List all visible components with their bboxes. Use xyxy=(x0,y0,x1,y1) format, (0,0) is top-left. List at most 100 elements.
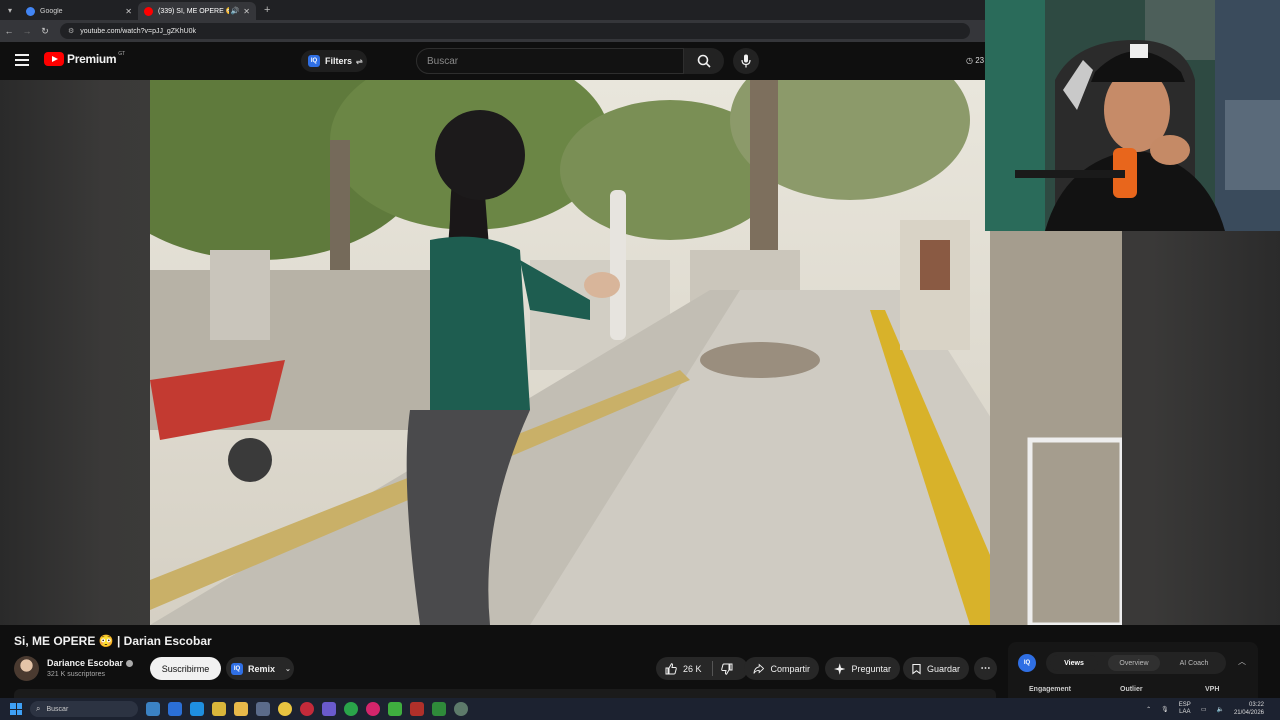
iq-analytics-panel: IQ Views Overview AI Coach ︿ Engagement … xyxy=(1008,642,1258,698)
volume-icon[interactable]: 🔈 xyxy=(1216,706,1223,713)
share-icon xyxy=(753,663,765,674)
sliders-icon: ⇌ xyxy=(356,56,363,66)
tab-overview[interactable]: Overview xyxy=(1108,655,1160,671)
column-engagement: Engagement xyxy=(1029,686,1072,693)
share-button[interactable]: Compartir xyxy=(744,657,819,680)
channel-name[interactable]: Dariance Escobar xyxy=(47,658,123,668)
store-icon[interactable] xyxy=(168,702,182,716)
settings-icon[interactable] xyxy=(454,702,468,716)
reload-icon[interactable]: ↻ xyxy=(36,26,54,37)
bookmark-icon xyxy=(912,663,921,675)
tab-title: (339) SI, ME OPERE 😳 | Da... xyxy=(158,8,229,15)
youtube-favicon-icon xyxy=(144,6,153,16)
share-label: Compartir xyxy=(770,663,810,674)
like-dislike-group: 26 K xyxy=(656,657,748,680)
task-view-icon[interactable] xyxy=(146,702,160,716)
close-tab-icon[interactable]: ✕ xyxy=(243,7,250,16)
notes-icon[interactable] xyxy=(212,702,226,716)
more-actions-icon[interactable]: ⋯ xyxy=(974,657,997,680)
site-info-icon[interactable]: ⚙ xyxy=(68,27,74,35)
search-input[interactable]: Buscar xyxy=(416,48,684,74)
channel-name-row[interactable]: Dariance Escobar xyxy=(47,658,134,668)
tab-youtube[interactable]: (339) SI, ME OPERE 😳 | Da... 🔊 ✕ xyxy=(138,2,256,20)
verified-badge-icon xyxy=(126,659,134,667)
thumbs-up-icon[interactable] xyxy=(665,662,677,675)
network-icon[interactable]: ▭ xyxy=(1201,706,1207,713)
country-code: GT xyxy=(118,51,126,57)
tab-title: Google xyxy=(40,7,63,15)
sparkle-icon xyxy=(834,662,846,675)
edge-icon[interactable] xyxy=(190,702,204,716)
chevron-up-icon[interactable]: ⌃ xyxy=(1146,706,1151,713)
speaker-icon[interactable]: 🔊 xyxy=(231,7,240,15)
save-label: Guardar xyxy=(926,663,960,674)
like-count[interactable]: 26 K xyxy=(683,664,702,674)
subscriber-count: 321 K suscriptores xyxy=(47,671,105,678)
game-launcher-icon[interactable] xyxy=(388,702,402,716)
iq-badge-icon: IQ xyxy=(231,662,243,675)
iq-badge-icon: IQ xyxy=(308,55,320,67)
system-tray: ⌃ 🎙 ESP LAA ▭ 🔈 03:22 21/04/2026 xyxy=(1146,698,1280,720)
search-placeholder: Buscar xyxy=(427,55,459,67)
clock[interactable]: 03:22 21/04/2026 xyxy=(1234,701,1264,717)
microphone-icon[interactable]: 🎙 xyxy=(1161,706,1169,713)
ask-button[interactable]: Preguntar xyxy=(825,657,900,680)
filters-button[interactable]: IQ Filters ⇌ xyxy=(301,50,367,72)
app-icon[interactable] xyxy=(256,702,270,716)
language-indicator[interactable]: ESP LAA xyxy=(1179,702,1191,716)
tab-views[interactable]: Views xyxy=(1050,655,1098,671)
screen: { "browser": { "tabs": [ {"title": "Goog… xyxy=(0,0,1280,720)
subscribe-button[interactable]: Suscribirme xyxy=(150,657,221,680)
video-frame xyxy=(150,80,1122,625)
xbox-icon[interactable] xyxy=(344,702,358,716)
url-field[interactable]: ⚙ youtube.com/watch?v=pJJ_gZKhU0k xyxy=(60,23,970,39)
taskbar-apps xyxy=(146,702,476,716)
taskbar-search-input[interactable]: ⌕ Buscar xyxy=(30,701,138,717)
remix-button[interactable]: IQ Remix ⌄ xyxy=(226,657,294,680)
search-icon xyxy=(697,54,711,68)
taskbar-search-placeholder: Buscar xyxy=(46,705,69,713)
youtube-premium-logo[interactable]: Premium GT xyxy=(44,51,126,66)
ask-label: Preguntar xyxy=(851,663,891,674)
voice-search-button[interactable] xyxy=(733,48,759,74)
timer-text: 23 xyxy=(975,56,985,65)
thumbs-down-icon[interactable] xyxy=(720,663,733,675)
stream-app-icon[interactable] xyxy=(410,702,424,716)
video-player[interactable] xyxy=(150,80,1122,625)
language-top: ESP xyxy=(1178,702,1191,708)
excel-icon[interactable] xyxy=(432,702,446,716)
iq-logo-icon: IQ xyxy=(1018,654,1036,672)
forward-icon[interactable]: → xyxy=(18,26,36,36)
file-explorer-icon[interactable] xyxy=(234,702,248,716)
save-button[interactable]: Guardar xyxy=(903,657,969,680)
back-icon[interactable]: ← xyxy=(0,26,18,36)
youtube-play-icon xyxy=(44,52,64,66)
clock-time: 03:22 xyxy=(1248,702,1264,708)
logo-text: Premium xyxy=(67,52,117,66)
clock-date: 21/04/2026 xyxy=(1233,710,1264,716)
streamer-webcam xyxy=(985,0,1280,231)
tab-google[interactable]: Google ✕ xyxy=(20,2,138,20)
url-text: youtube.com/watch?v=pJJ_gZKhU0k xyxy=(80,27,197,35)
search-icon: ⌕ xyxy=(36,704,41,713)
timer-readout: ◷ 23 xyxy=(966,56,985,65)
column-vph: VPH xyxy=(1205,686,1220,693)
chevron-down-icon: ⌄ xyxy=(285,665,291,673)
new-tab-button[interactable]: + xyxy=(264,4,270,16)
menu-icon[interactable] xyxy=(15,54,29,66)
remix-label: Remix xyxy=(248,663,276,674)
media-player-icon[interactable] xyxy=(366,702,380,716)
filters-label: Filters xyxy=(325,56,353,66)
close-tab-icon[interactable]: ✕ xyxy=(125,7,132,16)
discord-icon[interactable] xyxy=(322,702,336,716)
search-button[interactable] xyxy=(684,48,724,74)
windows-start-icon[interactable] xyxy=(10,703,22,715)
opera-icon[interactable] xyxy=(300,702,314,716)
tab-ai-coach[interactable]: AI Coach xyxy=(1168,655,1220,671)
column-outlier: Outlier xyxy=(1120,686,1143,693)
tab-search-chevron-icon[interactable]: ▾ xyxy=(0,0,20,20)
chrome-icon[interactable] xyxy=(278,702,292,716)
chevron-up-icon[interactable]: ︿ xyxy=(1238,656,1246,667)
channel-avatar[interactable] xyxy=(14,656,39,681)
divider xyxy=(711,661,713,676)
